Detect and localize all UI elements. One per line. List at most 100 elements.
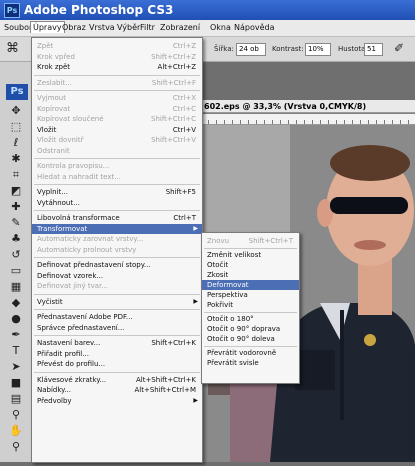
menu-item-krok-vpred[interactable]: Krok vpřed Shift+Ctrl+Z xyxy=(32,52,202,62)
menu-item-label: Automaticky zarovnat vrstvy... xyxy=(37,235,144,243)
menu-item-prevest-do-profilu[interactable]: Převést do profilu... xyxy=(32,359,202,369)
hustota-input[interactable]: 51 xyxy=(364,43,383,56)
blur-icon[interactable]: ◆ xyxy=(7,296,25,310)
menu-item-label: Vyplnit... xyxy=(37,188,68,196)
brush-icon[interactable]: ✎ xyxy=(7,216,25,230)
zoom-icon[interactable]: ⚲ xyxy=(7,440,25,454)
marquee-icon[interactable]: ⬚ xyxy=(7,120,25,134)
menu-item-transformovat[interactable]: Transformovat ▶ xyxy=(32,223,202,234)
menu-item-pokrivit[interactable]: Pokřivit xyxy=(202,300,299,310)
menu-item-priradit-profil[interactable]: Přiřadit profil... xyxy=(32,349,202,359)
menu-item-shortcut: Alt+Ctrl+Z xyxy=(157,63,196,71)
sirka-label: Šířka: xyxy=(214,45,234,53)
menu-item-zeslabit[interactable]: Zeslabit... Shift+Ctrl+F xyxy=(32,78,202,88)
slice-icon[interactable]: ◩ xyxy=(7,184,25,198)
menu-upravy[interactable]: Úpravy xyxy=(30,21,65,33)
path-select-icon[interactable]: ➤ xyxy=(7,360,25,374)
move-icon[interactable]: ✥ xyxy=(7,104,25,118)
menu-zobrazeni[interactable]: Zobrazení xyxy=(160,23,200,32)
dodge-icon[interactable]: ● xyxy=(7,312,25,326)
menu-item-automaticky-prolnout-vrstvy[interactable]: Automaticky prolnout vrstvy xyxy=(32,245,202,255)
menu-item-zkosit[interactable]: Zkosit xyxy=(202,270,299,280)
menu-item-label: Znovu xyxy=(207,237,230,245)
history-brush-icon[interactable]: ↺ xyxy=(7,248,25,262)
gradient-icon[interactable]: ▦ xyxy=(7,280,25,294)
menu-item-vycistit[interactable]: Vyčistit ▶ xyxy=(32,297,202,307)
tool-preset-icon[interactable]: ⌘ xyxy=(6,41,19,56)
menu-napoveda[interactable]: Nápověda xyxy=(234,23,275,32)
menu-item-zmenit-velikost[interactable]: Změnit velikost xyxy=(202,250,299,260)
menu-item-znovu[interactable]: Znovu Shift+Ctrl+T xyxy=(202,236,299,246)
menu-item-predvolby[interactable]: Předvolby ▶ xyxy=(32,396,202,406)
shape-icon[interactable]: ■ xyxy=(7,376,25,390)
eraser-icon[interactable]: ▭ xyxy=(7,264,25,278)
menu-obraz[interactable]: Obraz xyxy=(62,23,86,32)
menu-item-kopirovat-sloucene[interactable]: Kopírovat sloučené Shift+Ctrl+C xyxy=(32,114,202,124)
type-icon[interactable]: T xyxy=(7,344,25,358)
stylus-pressure-icon[interactable]: ✐ xyxy=(394,41,404,55)
menu-item-libovolna-transformace[interactable]: Libovolná transformace Ctrl+T xyxy=(32,213,202,223)
menu-separator xyxy=(34,74,200,76)
menu-item-shortcut: Shift+Ctrl+V xyxy=(151,136,196,144)
menu-item-odstranit[interactable]: Odstranit xyxy=(32,146,202,156)
menu-item-vlozit-dovnitr[interactable]: Vložit dovnitř Shift+Ctrl+V xyxy=(32,135,202,145)
menu-item-kontrola-pravopisu[interactable]: Kontrola pravopisu... xyxy=(32,161,202,171)
menu-okna[interactable]: Okna xyxy=(210,23,231,32)
menu-item-prevratit-svisle[interactable]: Převrátit svisle xyxy=(202,358,299,368)
lasso-icon[interactable]: ℓ xyxy=(7,136,25,150)
menu-item-label: Transformovat xyxy=(37,224,88,233)
hand-icon[interactable]: ✋ xyxy=(7,424,25,438)
menu-item-perspektiva[interactable]: Perspektiva xyxy=(202,290,299,300)
menu-item-prevratit-vodorovne[interactable]: Převrátit vodorovně xyxy=(202,348,299,358)
menu-item-label: Vložit xyxy=(37,125,57,134)
menu-item-label: Nabídky... xyxy=(37,386,71,394)
menu-item-label: Převrátit svisle xyxy=(207,359,259,367)
menu-item-prednastaveni-adobe-pdf[interactable]: Přednastavení Adobe PDF... xyxy=(32,312,202,322)
notes-icon[interactable]: ▤ xyxy=(7,392,25,406)
menu-filtr[interactable]: Filtr xyxy=(140,23,155,32)
menu-item-hledat-a-nahradit-text[interactable]: Hledat a nahradit text... xyxy=(32,172,202,182)
magic-wand-icon[interactable]: ✱ xyxy=(7,152,25,166)
menu-item-vyjmout[interactable]: Vyjmout Ctrl+X xyxy=(32,93,202,103)
menu-item-kopirovat[interactable]: Kopírovat Ctrl+C xyxy=(32,104,202,114)
stamp-icon[interactable]: ♣ xyxy=(7,232,25,246)
photoshop-app-icon: Ps xyxy=(4,3,20,18)
menu-item-label: Vložit dovnitř xyxy=(37,136,84,144)
healing-icon[interactable]: ✚ xyxy=(7,200,25,214)
menu-item-definovat-vzorek[interactable]: Definovat vzorek... xyxy=(32,271,202,281)
menu-vyber[interactable]: Výběr xyxy=(117,23,140,32)
menu-soubor[interactable]: Soubor xyxy=(4,23,32,32)
menu-item-klavesove-zkratky[interactable]: Klávesové zkratky... Alt+Shift+Ctrl+K xyxy=(32,375,202,385)
menu-item-krok-zpet[interactable]: Krok zpět Alt+Ctrl+Z xyxy=(32,62,202,72)
menu-item-vlozit[interactable]: Vložit Ctrl+V xyxy=(32,125,202,135)
menu-item-nabidky[interactable]: Nabídky... Alt+Shift+Ctrl+M xyxy=(32,385,202,395)
crop-icon[interactable]: ⌗ xyxy=(7,168,25,182)
menu-item-otocit-o-180[interactable]: Otočit o 180° xyxy=(202,314,299,324)
kontrast-input[interactable]: 10% xyxy=(305,43,331,56)
menu-item-label: Definovat vzorek... xyxy=(37,271,104,280)
menu-item-label: Nastavení barev... xyxy=(37,339,101,347)
pen-icon[interactable]: ✒ xyxy=(7,328,25,342)
menu-item-label: Zkosit xyxy=(207,271,229,279)
menu-item-definovat-prednastaveni-stopy[interactable]: Definovat přednastavení stopy... xyxy=(32,260,202,270)
menu-item-label: Hledat a nahradit text... xyxy=(37,172,121,181)
menu-item-vytahnout[interactable]: Vytáhnout... xyxy=(32,198,202,208)
document-tab[interactable]: 602.eps @ 33,3% (Vrstva 0,CMYK/8) xyxy=(200,100,415,113)
menu-item-zpet[interactable]: Zpět Ctrl+Z xyxy=(32,41,202,51)
sirka-input[interactable]: 24 ob xyxy=(236,43,266,56)
menu-item-deformovat[interactable]: Deformovat xyxy=(202,280,299,290)
menu-vrstva[interactable]: Vrstva xyxy=(89,23,115,32)
menu-item-label: Změnit velikost xyxy=(207,251,262,259)
menu-item-definovat-jiny-tvar[interactable]: Definovat jiný tvar... xyxy=(32,281,202,291)
menu-item-nastaveni-barev[interactable]: Nastavení barev... Shift+Ctrl+K xyxy=(32,338,202,348)
menu-item-spravce-prednastaveni[interactable]: Správce přednastavení... xyxy=(32,323,202,333)
menu-item-label: Pokřivit xyxy=(207,301,233,309)
menu-item-otocit[interactable]: Otočit xyxy=(202,260,299,270)
menu-separator xyxy=(34,210,200,211)
eyedropper-icon[interactable]: ⚲ xyxy=(7,408,25,422)
menu-item-automaticky-zarovnat-vrstvy[interactable]: Automaticky zarovnat vrstvy... xyxy=(32,234,202,244)
menu-item-shortcut: Shift+Ctrl+Z xyxy=(151,52,196,61)
menu-item-otocit-o-90-doleva[interactable]: Otočit o 90° doleva xyxy=(202,334,299,344)
menu-item-otocit-o-90-doprava[interactable]: Otočit o 90° doprava xyxy=(202,324,299,334)
menu-item-vyplnit[interactable]: Vyplnit... Shift+F5 xyxy=(32,187,202,197)
